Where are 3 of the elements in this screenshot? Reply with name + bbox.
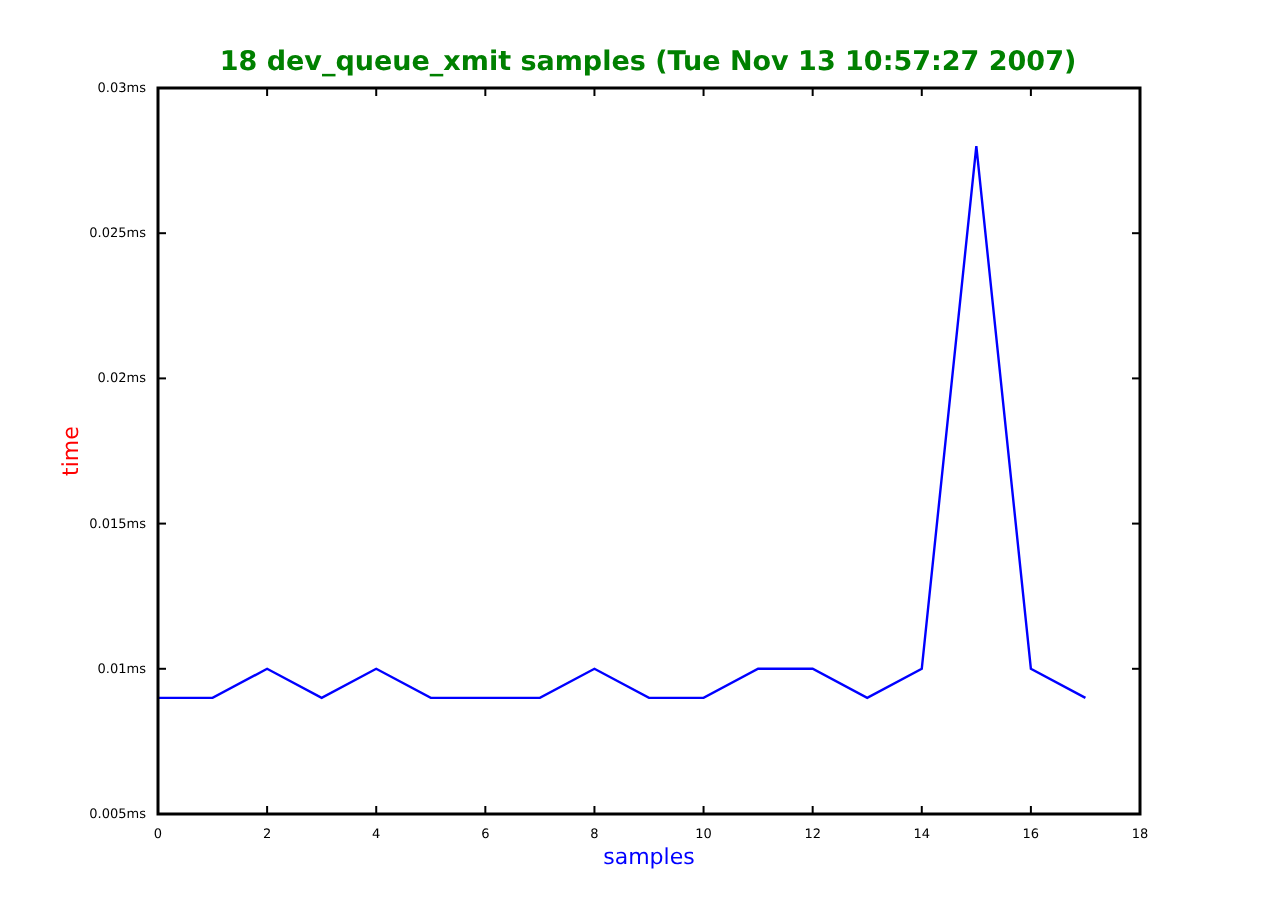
y-axis-label: time [58,426,84,476]
chart-title: 18 dev_queue_xmit samples (Tue Nov 13 10:57:27 2007) [219,46,1077,78]
x-axis-label: samples [603,844,695,870]
